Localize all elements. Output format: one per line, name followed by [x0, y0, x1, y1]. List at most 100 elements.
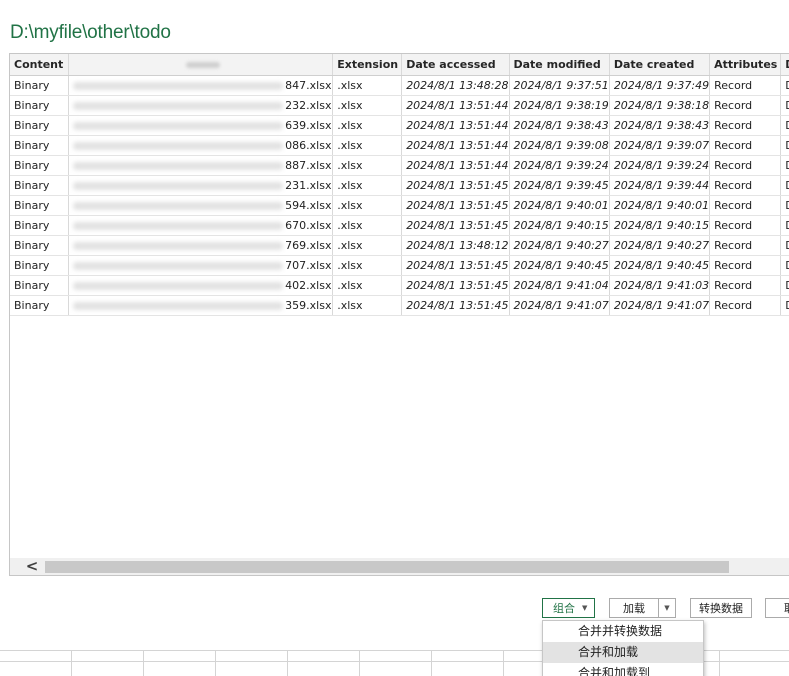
table-row[interactable]: Binary 359.xlsx .xlsx 2024/8/1 13:51:45 2024…	[10, 295, 789, 316]
cell-attributes[interactable]: Record	[709, 75, 782, 96]
column-header-date-created[interactable]: Date created	[609, 54, 711, 76]
table-row[interactable]: Binary 847.xlsx .xlsx 2024/8/1 13:48:28 2024…	[10, 75, 789, 96]
cell-name[interactable]: 639.xlsx	[68, 115, 334, 136]
transform-data-button[interactable]: 转换数据	[690, 598, 752, 618]
cell-extension[interactable]: .xlsx	[332, 115, 403, 136]
cell-date-modified[interactable]: 2024/8/1 9:40:01	[509, 195, 610, 216]
load-dropdown-arrow-icon[interactable]: ▼	[658, 598, 676, 618]
cell-folder-path[interactable]: D	[780, 95, 789, 116]
scrollbar-thumb[interactable]	[45, 561, 729, 573]
cell-extension[interactable]: .xlsx	[332, 255, 403, 276]
cell-date-created[interactable]: 2024/8/1 9:40:27	[609, 235, 711, 256]
cell-date-modified[interactable]: 2024/8/1 9:40:45	[509, 255, 610, 276]
cell-content[interactable]: Binary	[10, 215, 70, 236]
table-row[interactable]: Binary 402.xlsx .xlsx 2024/8/1 13:51:45 2024…	[10, 275, 789, 296]
column-header-attributes[interactable]: Attributes	[709, 54, 782, 76]
cell-attributes[interactable]: Record	[709, 255, 782, 276]
cell-name[interactable]: 670.xlsx	[68, 215, 334, 236]
cell-date-accessed[interactable]: 2024/8/1 13:51:44	[401, 135, 510, 156]
cell-attributes[interactable]: Record	[709, 295, 782, 316]
cell-attributes[interactable]: Record	[709, 135, 782, 156]
cell-date-created[interactable]: 2024/8/1 9:39:44	[609, 175, 711, 196]
table-row[interactable]: Binary 231.xlsx .xlsx 2024/8/1 13:51:45 2024…	[10, 175, 789, 196]
cell-name[interactable]: 086.xlsx	[68, 135, 334, 156]
cell-attributes[interactable]: Record	[709, 155, 782, 176]
cell-name[interactable]: 769.xlsx	[68, 235, 334, 256]
cell-content[interactable]: Binary	[10, 155, 70, 176]
combine-dropdown-button[interactable]: 组合 ▼	[542, 598, 595, 618]
cell-name[interactable]: 707.xlsx	[68, 255, 334, 276]
cell-attributes[interactable]: Record	[709, 215, 782, 236]
menu-item-combine-load[interactable]: 合并和加载	[543, 642, 703, 663]
menu-item-combine-transform[interactable]: 合并并转换数据	[543, 621, 703, 642]
cell-date-accessed[interactable]: 2024/8/1 13:51:45	[401, 175, 510, 196]
cell-date-modified[interactable]: 2024/8/1 9:39:45	[509, 175, 610, 196]
cell-extension[interactable]: .xlsx	[332, 195, 403, 216]
cell-date-created[interactable]: 2024/8/1 9:37:49	[609, 75, 711, 96]
column-header-name[interactable]	[68, 54, 334, 76]
cell-date-accessed[interactable]: 2024/8/1 13:51:44	[401, 95, 510, 116]
cell-extension[interactable]: .xlsx	[332, 135, 403, 156]
cell-folder-path[interactable]: D	[780, 155, 789, 176]
column-header-folder-path[interactable]: D	[780, 54, 789, 76]
cell-date-created[interactable]: 2024/8/1 9:38:43	[609, 115, 711, 136]
cell-extension[interactable]: .xlsx	[332, 295, 403, 316]
table-row[interactable]: Binary 086.xlsx .xlsx 2024/8/1 13:51:44 2024…	[10, 135, 789, 156]
table-row[interactable]: Binary 887.xlsx .xlsx 2024/8/1 13:51:44 2024…	[10, 155, 789, 176]
cell-content[interactable]: Binary	[10, 135, 70, 156]
table-row[interactable]: Binary 639.xlsx .xlsx 2024/8/1 13:51:44 2024…	[10, 115, 789, 136]
column-header-date-accessed[interactable]: Date accessed	[401, 54, 510, 76]
cell-date-accessed[interactable]: 2024/8/1 13:51:45	[401, 255, 510, 276]
cell-extension[interactable]: .xlsx	[332, 95, 403, 116]
cell-content[interactable]: Binary	[10, 75, 70, 96]
cell-attributes[interactable]: Record	[709, 275, 782, 296]
cell-date-created[interactable]: 2024/8/1 9:41:07	[609, 295, 711, 316]
cell-date-accessed[interactable]: 2024/8/1 13:48:12	[401, 235, 510, 256]
cell-attributes[interactable]: Record	[709, 115, 782, 136]
cell-content[interactable]: Binary	[10, 115, 70, 136]
cell-date-modified[interactable]: 2024/8/1 9:38:19	[509, 95, 610, 116]
cell-folder-path[interactable]: D	[780, 295, 789, 316]
cell-folder-path[interactable]: D	[780, 215, 789, 236]
cell-extension[interactable]: .xlsx	[332, 75, 403, 96]
column-header-date-modified[interactable]: Date modified	[509, 54, 610, 76]
table-row[interactable]: Binary 707.xlsx .xlsx 2024/8/1 13:51:45 2024…	[10, 255, 789, 276]
table-row[interactable]: Binary 594.xlsx .xlsx 2024/8/1 13:51:45 2024…	[10, 195, 789, 216]
cell-name[interactable]: 232.xlsx	[68, 95, 334, 116]
table-row[interactable]: Binary 769.xlsx .xlsx 2024/8/1 13:48:12 2024…	[10, 235, 789, 256]
cancel-button[interactable]: 取	[765, 598, 789, 618]
cell-date-created[interactable]: 2024/8/1 9:38:18	[609, 95, 711, 116]
cell-content[interactable]: Binary	[10, 295, 70, 316]
cell-extension[interactable]: .xlsx	[332, 275, 403, 296]
cell-date-accessed[interactable]: 2024/8/1 13:48:28	[401, 75, 510, 96]
cell-extension[interactable]: .xlsx	[332, 175, 403, 196]
cell-date-modified[interactable]: 2024/8/1 9:40:15	[509, 215, 610, 236]
load-button[interactable]: 加载	[609, 598, 659, 618]
menu-item-combine-load-to[interactable]: 合并和加载到	[543, 663, 703, 676]
cell-name[interactable]: 402.xlsx	[68, 275, 334, 296]
cell-date-modified[interactable]: 2024/8/1 9:40:27	[509, 235, 610, 256]
cell-date-created[interactable]: 2024/8/1 9:40:01	[609, 195, 711, 216]
column-header-content[interactable]: Content	[10, 54, 70, 76]
cell-extension[interactable]: .xlsx	[332, 155, 403, 176]
cell-content[interactable]: Binary	[10, 235, 70, 256]
cell-date-created[interactable]: 2024/8/1 9:39:07	[609, 135, 711, 156]
cell-folder-path[interactable]: D	[780, 75, 789, 96]
cell-attributes[interactable]: Record	[709, 195, 782, 216]
cell-date-accessed[interactable]: 2024/8/1 13:51:45	[401, 195, 510, 216]
cell-date-modified[interactable]: 2024/8/1 9:37:51	[509, 75, 610, 96]
cell-date-created[interactable]: 2024/8/1 9:40:15	[609, 215, 711, 236]
cell-name[interactable]: 847.xlsx	[68, 75, 334, 96]
cell-folder-path[interactable]: D	[780, 135, 789, 156]
cell-date-modified[interactable]: 2024/8/1 9:38:43	[509, 115, 610, 136]
cell-name[interactable]: 887.xlsx	[68, 155, 334, 176]
cell-name[interactable]: 231.xlsx	[68, 175, 334, 196]
column-header-extension[interactable]: Extension	[332, 54, 403, 76]
cell-extension[interactable]: .xlsx	[332, 215, 403, 236]
cell-date-modified[interactable]: 2024/8/1 9:41:07	[509, 295, 610, 316]
table-row[interactable]: Binary 670.xlsx .xlsx 2024/8/1 13:51:45 2024…	[10, 215, 789, 236]
cell-folder-path[interactable]: D	[780, 275, 789, 296]
cell-date-created[interactable]: 2024/8/1 9:39:24	[609, 155, 711, 176]
table-row[interactable]: Binary 232.xlsx .xlsx 2024/8/1 13:51:44 2024…	[10, 95, 789, 116]
cell-date-accessed[interactable]: 2024/8/1 13:51:45	[401, 215, 510, 236]
